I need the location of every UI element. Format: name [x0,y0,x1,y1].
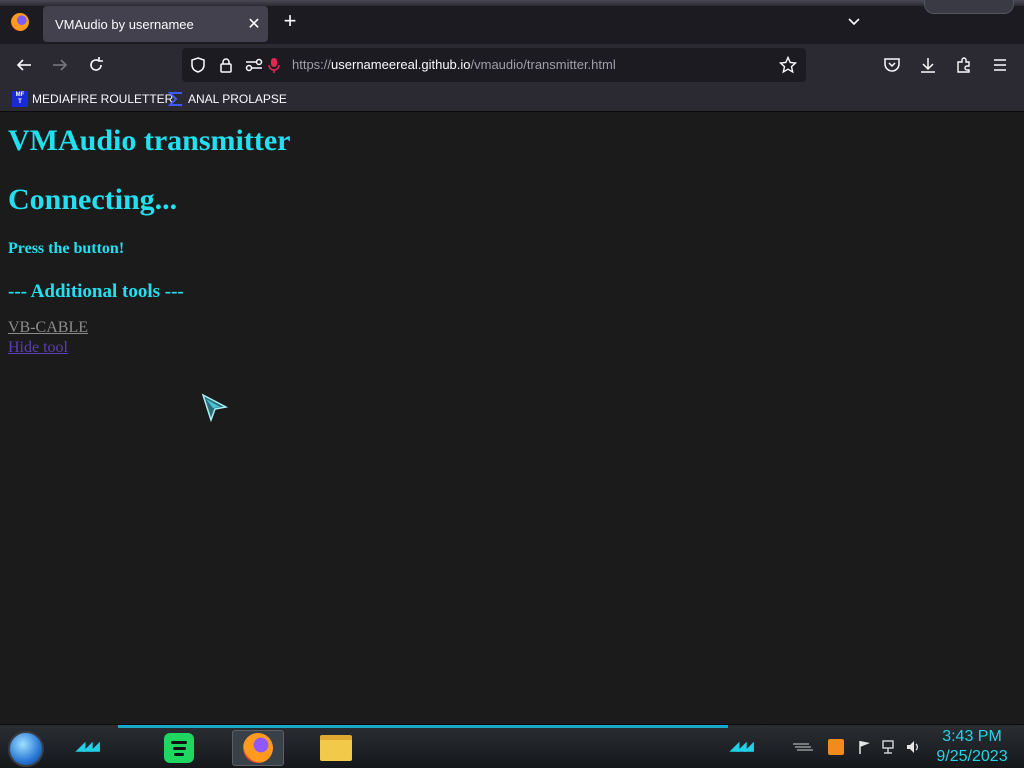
tray-app-icon[interactable] [826,737,846,757]
bookmarks-toolbar: MF T MEDIAFIRE ROULETTER ANAL PROLAPSE [0,86,1024,112]
vb-cable-link[interactable]: VB-CABLE [8,319,88,337]
firefox-view-button[interactable] [8,10,32,34]
microphone-icon[interactable] [264,55,284,75]
taskbar-app-file-explorer[interactable] [310,730,362,766]
puzzle-icon [957,57,970,73]
clock-time: 3:43 PM [942,728,1002,745]
taskbar-app-firefox[interactable] [232,730,284,766]
page-content: VMAudio transmitter Connecting... Press … [0,112,1024,724]
navigation-toolbar: https://usernameereal.github.io/vmaudio/… [0,44,1024,86]
downloads-button[interactable] [914,51,942,79]
connection-status: Connecting... [8,183,178,216]
app-menu-button[interactable] [986,51,1014,79]
address-bar[interactable]: https://usernameereal.github.io/vmaudio/… [182,48,806,82]
bookmark-star-icon[interactable] [778,55,798,75]
list-all-tabs-button[interactable] [842,10,866,34]
hide-tool-link[interactable]: Hide tool [8,339,68,357]
permissions-icon[interactable] [244,55,264,75]
window-corner-decoration [924,0,1014,14]
taskbar-glow-strip [118,725,728,728]
reload-button[interactable] [82,51,110,79]
pocket-icon [884,58,900,72]
forward-arrow-icon [53,59,68,71]
bookmark-mediafire-rouletter[interactable]: MF T MEDIAFIRE ROULETTER [12,89,173,109]
download-icon [921,58,935,73]
extensions-button[interactable] [950,51,978,79]
hamburger-menu-icon [994,59,1006,71]
back-arrow-icon [16,59,31,71]
pocket-button[interactable] [878,51,906,79]
chevron-down-icon [848,18,860,26]
orange-app-icon [828,739,844,755]
tab-title: VMAudio by usernamee [55,16,194,32]
taskbar-app-spotify[interactable] [153,730,205,766]
taskbar-chevrons-right: ◢◢◢ [730,739,754,753]
firefox-icon [11,13,29,31]
back-button[interactable] [10,51,38,79]
system-clock[interactable]: 3:43 PM 9/25/2023 [930,727,1014,767]
tracking-protection-icon[interactable] [188,55,208,75]
url-scheme: https:// [292,57,332,72]
reload-icon [90,57,103,71]
taskbar-chevrons-left: ◢◢◢ [76,739,100,753]
tab-vmaudio[interactable]: VMAudio by usernamee ✕ [43,6,268,42]
spotify-icon [164,733,194,763]
new-tab-button[interactable]: + [278,10,302,34]
mediafire-favicon-icon: MF T [12,91,28,107]
mouse-cursor-icon [201,393,228,422]
clock-date: 9/25/2023 [936,748,1008,765]
bookmark-anal-prolapse[interactable]: ANAL PROLAPSE [168,89,287,109]
url-text: https://usernameereal.github.io/vmaudio/… [292,57,616,72]
tab-strip: VMAudio by usernamee ✕ + [0,0,1024,44]
bookmark-label: ANAL PROLAPSE [188,92,287,106]
instruction-text: Press the button! [8,240,125,257]
forward-button[interactable] [46,51,74,79]
lock-icon[interactable] [216,55,236,75]
volume-icon[interactable] [904,737,922,757]
tray-overflow-icon [793,743,813,751]
url-path: /vmaudio/transmitter.html [470,57,616,72]
show-hidden-icons-button[interactable] [790,737,814,757]
firefox-icon [243,733,273,763]
start-button[interactable] [8,731,44,767]
url-host: usernameereal.github.io [331,57,471,72]
sigma-favicon-icon [168,92,182,106]
network-icon[interactable] [880,737,898,757]
additional-tools-heading: --- Additional tools --- [8,281,184,302]
page-title: VMAudio transmitter [8,124,291,157]
taskbar: ◢◢◢ ◢◢◢ 3:43 PM 9/25/2023 [0,724,1024,768]
bookmark-label: MEDIAFIRE ROULETTER [32,92,174,106]
close-tab-icon[interactable]: ✕ [240,14,268,34]
action-center-flag-icon[interactable] [856,737,874,757]
folder-icon [320,735,352,761]
